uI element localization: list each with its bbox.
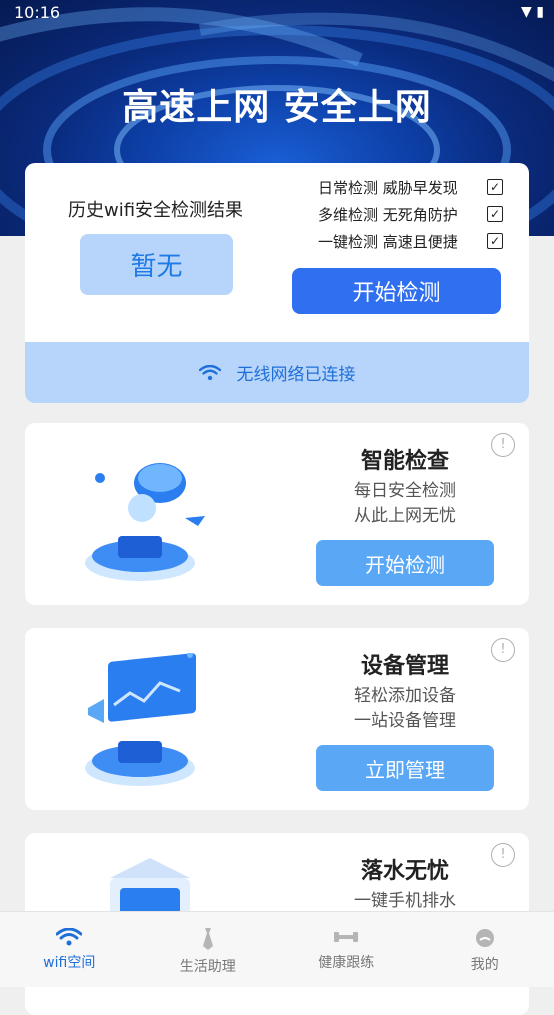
history-result-badge: 暂无 (80, 234, 233, 295)
wifi-icon (199, 365, 221, 381)
check-item-2: 多维检测 无死角防护 (318, 204, 458, 225)
status-icons: ▼ ▮ (521, 4, 544, 20)
device-manage-illustration (80, 653, 220, 797)
checkbox-icon[interactable]: ✓ (487, 179, 503, 195)
check-item-label: 一键检测 高速且便捷 (318, 231, 458, 252)
wifi-signal-icon: ▼ (521, 4, 532, 20)
feature-description: 每日安全检测 从此上网无忧 (315, 479, 495, 529)
check-item-3: 一键检测 高速且便捷 (318, 231, 458, 252)
nav-label: 生活助理 (180, 956, 236, 976)
feature-card-smart-check[interactable]: 智能检查 每日安全检测 从此上网无忧 开始检测 ! (25, 423, 529, 605)
info-icon[interactable]: ! (491, 433, 515, 457)
feature-desc-line: 每日安全检测 (315, 479, 495, 504)
hero-title: 高速上网 安全上网 (0, 78, 554, 130)
dumbbell-icon (333, 928, 359, 946)
nav-item-fitness[interactable]: 健康跟练 (277, 912, 416, 987)
feature-description: 轻松添加设备 一站设备管理 (315, 684, 495, 734)
wifi-connected-bar[interactable]: 无线网络已连接 (25, 342, 529, 403)
tie-icon (199, 928, 217, 950)
smart-check-start-button[interactable]: 开始检测 (316, 540, 494, 586)
feature-title: 设备管理 (315, 648, 495, 680)
feature-title: 落水无忧 (315, 853, 495, 885)
info-icon[interactable]: ! (491, 638, 515, 662)
smart-check-illustration (80, 448, 220, 592)
feature-desc-line: 轻松添加设备 (315, 684, 495, 709)
nav-item-me[interactable]: 我的 (416, 912, 554, 987)
checkbox-icon[interactable]: ✓ (487, 206, 503, 222)
status-time: 10:16 (14, 3, 60, 22)
nav-item-life-assistant[interactable]: 生活助理 (139, 912, 278, 987)
security-summary-card: 历史wifi安全检测结果 暂无 日常检测 威胁早发现 ✓ 多维检测 无死角防护 … (25, 163, 529, 403)
wifi-connected-text: 无线网络已连接 (237, 360, 356, 385)
feature-title: 智能检查 (315, 443, 495, 475)
feature-card-device-manage[interactable]: 设备管理 轻松添加设备 一站设备管理 立即管理 ! (25, 628, 529, 810)
device-manage-button[interactable]: 立即管理 (316, 745, 494, 791)
nav-label: 健康跟练 (318, 952, 374, 972)
check-item-label: 日常检测 威胁早发现 (318, 177, 458, 198)
checkbox-icon[interactable]: ✓ (487, 233, 503, 249)
start-scan-button[interactable]: 开始检测 (292, 268, 501, 314)
check-item-1: 日常检测 威胁早发现 (318, 177, 458, 198)
info-icon[interactable]: ! (491, 843, 515, 867)
nav-label: wifi空间 (43, 952, 95, 972)
history-label: 历史wifi安全检测结果 (68, 196, 243, 222)
feature-desc-line: 从此上网无忧 (315, 504, 495, 529)
nav-item-wifi-space[interactable]: wifi空间 (0, 912, 139, 987)
battery-icon: ▮ (536, 4, 544, 20)
bottom-nav: wifi空间 生活助理 健康跟练 我的 (0, 911, 554, 987)
nav-label: 我的 (471, 954, 499, 974)
check-item-label: 多维检测 无死角防护 (318, 204, 458, 225)
profile-icon (475, 928, 495, 948)
wifi-icon (56, 928, 82, 946)
feature-desc-line: 一站设备管理 (315, 709, 495, 734)
